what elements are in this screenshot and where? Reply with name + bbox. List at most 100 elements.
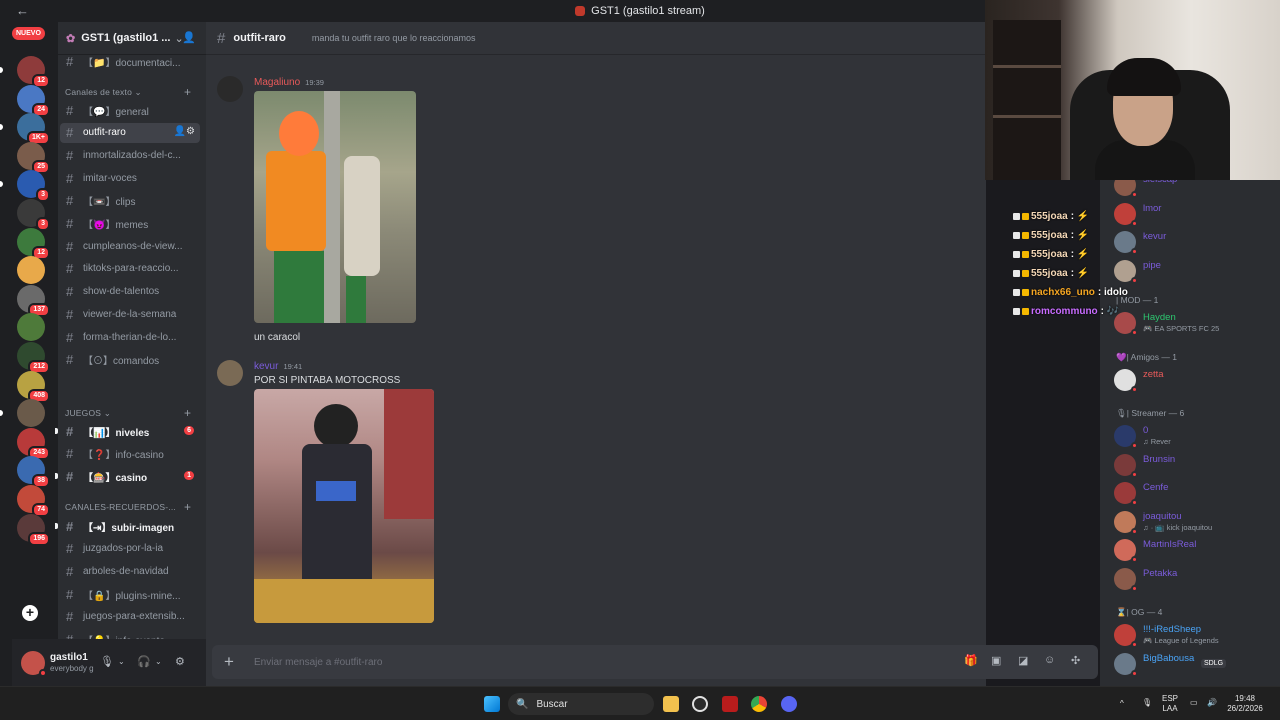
member-item[interactable]: lmor — [1114, 201, 1274, 227]
channel-item[interactable]: # 【🎰】casino 1 — [60, 466, 200, 486]
channel-item[interactable]: # 【😈】memes — [60, 214, 200, 234]
plus-icon[interactable]: + — [224, 652, 240, 672]
app-icon[interactable] — [722, 696, 738, 712]
category-games[interactable]: JUEGOS ⌄ + — [65, 406, 195, 420]
channel-item[interactable]: # 【⇥】subir-imagen — [60, 516, 200, 536]
avatar[interactable] — [217, 360, 243, 386]
channel-item[interactable]: # 【🔒】plugins-mine... — [60, 584, 200, 604]
channel-item[interactable]: # 【💬】general — [60, 100, 200, 120]
channel-item[interactable]: # 【⊙】comandos — [60, 350, 200, 370]
avatar[interactable] — [21, 650, 47, 677]
server-icon[interactable]: 24 — [17, 84, 50, 117]
lang-label: ESP — [1162, 694, 1179, 703]
channel-item[interactable]: # 【❓】info-casino — [60, 444, 200, 464]
add-server-icon[interactable]: + — [22, 605, 38, 621]
category-memories[interactable]: CANALES-RECUERDOS-... + — [65, 500, 195, 514]
channel-item[interactable]: # viewer-de-la-semana — [60, 304, 200, 324]
channel-item[interactable]: # forma-therian-de-lo... — [60, 327, 200, 347]
member-item[interactable]: joaquitou ♫ · 📺 kick joaquitou — [1114, 509, 1274, 535]
windows-start-icon[interactable] — [484, 696, 500, 712]
member-item[interactable]: 0 ♫ Rever — [1114, 423, 1274, 449]
obs-icon[interactable] — [692, 696, 708, 712]
clock[interactable]: 19:48 26/2/2026 — [1226, 694, 1264, 714]
apps-icon[interactable]: ✣ — [1071, 654, 1080, 667]
channel-topic[interactable]: manda tu outfit raro que lo reaccionamos — [302, 33, 476, 43]
chevron-down-icon[interactable]: ⌄ — [118, 657, 125, 666]
member-item[interactable]: MartinIsReal — [1114, 537, 1274, 563]
gift-icon[interactable]: 🎁 — [964, 654, 978, 667]
search-icon: 🔍 — [516, 698, 529, 710]
server-icon[interactable]: 408 — [17, 370, 50, 403]
member-item[interactable]: BigBabousa — [1114, 651, 1274, 677]
server-icon[interactable] — [0, 399, 45, 428]
channel-item[interactable]: # juzgados-por-la-ia — [60, 539, 200, 559]
microphone-icon[interactable]: 🎙 — [100, 655, 114, 668]
server-icon[interactable]: 1K+ — [0, 113, 50, 146]
channel-item[interactable]: # inmortalizados-del-c... — [60, 145, 200, 165]
category-text-channels[interactable]: Canales de texto ⌄ + — [65, 85, 195, 99]
message-input[interactable]: + Enviar mensaje a #outfit-raro 🎁 ▣ ◪ ☺ … — [212, 645, 1098, 679]
network-icon[interactable]: ▭ — [1190, 698, 1198, 708]
member-item[interactable]: Brunsin — [1114, 452, 1274, 478]
server-icon[interactable]: 137 — [17, 284, 50, 317]
member-item[interactable]: Hayden 🎮 EA SPORTS FC 25 — [1114, 310, 1274, 336]
channel-item-documentacion[interactable]: # 【📁】documentaci... — [60, 51, 200, 71]
channel-item[interactable]: # outfit-raro 👤⚙ — [60, 122, 200, 143]
attachment-image[interactable] — [254, 389, 434, 623]
chrome-icon[interactable] — [751, 696, 767, 712]
avatar[interactable] — [217, 76, 243, 102]
member-item[interactable]: !!!-iRedSheep 🎮 League of Legends — [1114, 622, 1274, 648]
language-indicator[interactable]: ESP LAA — [1162, 694, 1178, 714]
sticker-icon[interactable]: ◪ — [1018, 654, 1028, 667]
volume-icon[interactable]: 🔊 — [1207, 698, 1217, 708]
channel-item[interactable]: # 【📼】clips — [60, 191, 200, 211]
discord-icon[interactable] — [781, 696, 797, 712]
plus-icon[interactable]: + — [184, 85, 191, 99]
headphones-icon[interactable]: 🎧 — [137, 655, 151, 668]
member-item[interactable]: zetta — [1114, 367, 1274, 393]
server-icon[interactable]: 38 — [17, 456, 50, 489]
back-arrow-icon[interactable]: ← — [16, 3, 29, 18]
server-icon[interactable]: 12 — [0, 56, 50, 88]
server-icon[interactable]: 3 — [17, 199, 50, 231]
microphone-icon[interactable]: 🎙 — [1142, 698, 1152, 708]
channel-actions-icon[interactable]: 👤⚙ — [174, 126, 195, 137]
member-item[interactable]: kevur — [1114, 229, 1274, 255]
message-author[interactable]: Magaliuno 19:39 — [254, 77, 324, 88]
member-item[interactable]: Cenfe — [1114, 480, 1274, 506]
channel-item[interactable]: # juegos-para-extensib... — [60, 607, 200, 627]
channel-item[interactable]: # tiktoks-para-reaccio... — [60, 259, 200, 279]
server-icon[interactable]: 12 — [17, 227, 50, 260]
channel-item[interactable]: # show-de-talentos — [60, 282, 200, 302]
message-author[interactable]: kevur 19:41 — [254, 361, 302, 372]
status-dot — [1131, 556, 1138, 563]
chevron-up-icon[interactable]: ^ — [1120, 699, 1124, 709]
new-badge[interactable]: NUEVO — [12, 27, 45, 40]
gif-icon[interactable]: ▣ — [991, 654, 1001, 667]
channel-item[interactable]: # imitar-voces — [60, 168, 200, 188]
plus-icon[interactable]: + — [184, 500, 191, 514]
server-icon[interactable]: 212 — [17, 342, 50, 374]
channel-item[interactable]: # cumpleanos-de-view... — [60, 236, 200, 256]
attachment-image[interactable] — [254, 91, 416, 323]
badge-icon — [1013, 269, 1020, 277]
gear-icon[interactable]: ⚙ — [175, 655, 185, 668]
add-member-icon[interactable]: 👤 — [182, 31, 196, 44]
taskbar-search[interactable]: 🔍 Buscar — [508, 693, 654, 715]
server-icon[interactable]: 196 — [17, 513, 50, 546]
server-icon[interactable]: 3 — [0, 170, 50, 203]
channel-item[interactable]: # 【📊】niveles 6 — [60, 421, 200, 441]
avatar — [1114, 369, 1138, 393]
channel-item[interactable]: # arboles-de-navidad — [60, 561, 200, 581]
member-item[interactable]: pipe — [1114, 258, 1274, 284]
plus-icon[interactable]: + — [184, 406, 191, 420]
chevron-down-icon[interactable]: ⌄ — [155, 657, 162, 666]
member-item[interactable]: Petakka — [1114, 566, 1274, 592]
server-icon[interactable]: 243 — [17, 427, 50, 460]
server-icon[interactable]: 74 — [17, 485, 50, 517]
hash-icon: # — [66, 518, 74, 534]
server-icon[interactable]: 25 — [17, 141, 50, 174]
server-icon[interactable] — [17, 256, 45, 285]
emoji-icon[interactable]: ☺ — [1044, 654, 1055, 666]
file-explorer-icon[interactable] — [663, 696, 679, 712]
